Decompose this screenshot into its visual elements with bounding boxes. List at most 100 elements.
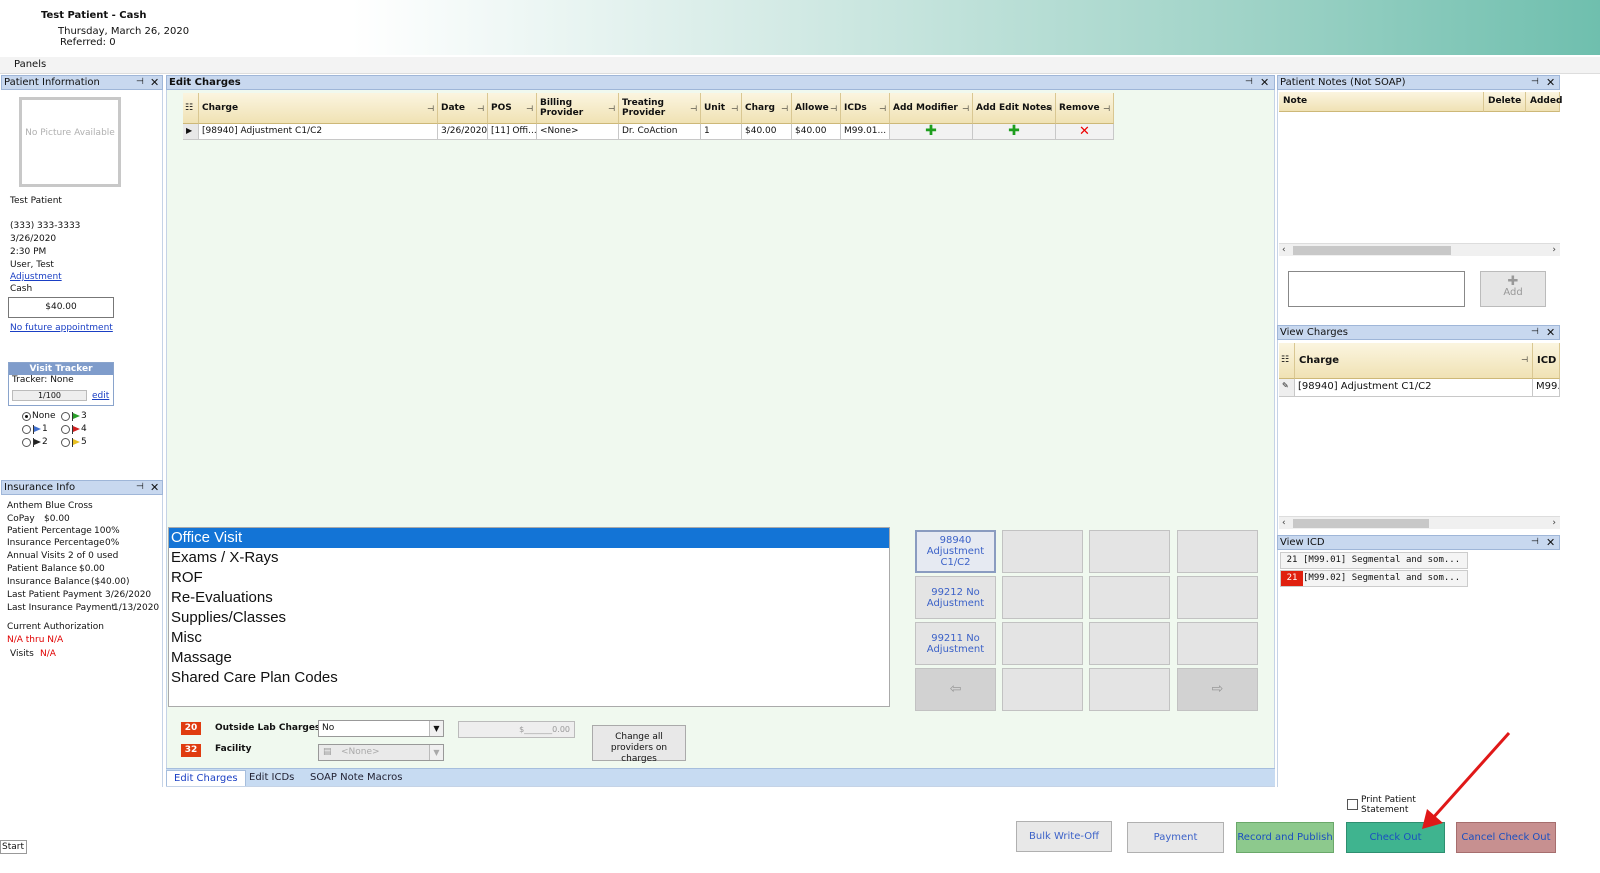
start-button[interactable]: Start — [0, 840, 27, 854]
code-button-99212[interactable]: 99212 No Adjustment — [915, 576, 996, 619]
category-item[interactable]: Office Visit — [169, 528, 889, 548]
pin-icon[interactable]: ⊣ — [1245, 76, 1253, 89]
close-icon[interactable]: ✕ — [1546, 536, 1555, 549]
col-remove[interactable]: Remove ⊣ — [1056, 93, 1114, 124]
col-billing-provider[interactable]: Billing Provider ⊣ — [537, 93, 619, 124]
code-button-99211[interactable]: 99211 No Adjustment — [915, 622, 996, 665]
code-button-empty[interactable] — [1002, 530, 1083, 573]
pin-icon[interactable]: ⊣ — [1531, 536, 1539, 549]
record-and-publish-button[interactable]: Record and Publish — [1236, 822, 1334, 853]
flag-radio-5[interactable]: 5 — [61, 437, 87, 447]
code-button-empty[interactable] — [1177, 576, 1258, 619]
add-note-button[interactable]: ✚ Add — [1480, 271, 1546, 307]
view-charges-col-charge[interactable]: Charge ⊣ — [1295, 343, 1533, 379]
close-icon[interactable]: ✕ — [150, 481, 159, 494]
flag-radio-none[interactable]: None — [22, 411, 55, 421]
tab-edit-charges[interactable]: Edit Charges — [166, 770, 246, 786]
code-button-empty[interactable] — [1089, 668, 1170, 711]
col-pos[interactable]: POS ⊣ — [488, 93, 537, 124]
col-icds[interactable]: ICDs ⊣ — [841, 93, 890, 124]
add-modifier-button[interactable]: ✚ — [890, 124, 973, 140]
notes-col-added[interactable]: Added — [1526, 92, 1562, 112]
panels-menu[interactable]: Panels — [14, 59, 46, 70]
cell-charge[interactable]: [98940] Adjustment C1/C2 — [199, 124, 438, 140]
pin-icon[interactable]: ⊣ — [1531, 76, 1539, 89]
print-statement-checkbox[interactable] — [1347, 799, 1358, 810]
code-button-empty[interactable] — [1089, 622, 1170, 665]
code-button-empty[interactable] — [1002, 668, 1083, 711]
close-icon[interactable]: ✕ — [150, 76, 159, 89]
code-button-empty[interactable] — [1002, 576, 1083, 619]
radio-button[interactable] — [61, 424, 70, 434]
icd-item[interactable]: 21 [M99.01] Segmental and som... — [1280, 552, 1468, 569]
next-page-button[interactable]: ⇨ — [1177, 668, 1258, 711]
radio-button[interactable] — [22, 437, 31, 447]
flag-radio-4[interactable]: 4 — [61, 424, 87, 434]
change-all-providers-button[interactable]: Change all providers on charges — [592, 725, 686, 764]
column-chooser-icon[interactable]: ☷ — [183, 93, 199, 124]
category-item[interactable]: Re-Evaluations — [169, 588, 889, 608]
cell-unit[interactable]: 1 — [701, 124, 742, 140]
col-allowed[interactable]: Allowe ⊣ — [792, 93, 841, 124]
col-add-edit-notes[interactable]: Add Edit Notes ⊣ — [973, 93, 1056, 124]
code-button-98940[interactable]: 98940 Adjustment C1/C2 — [915, 530, 996, 573]
view-charges-row-icd[interactable]: M99. — [1533, 379, 1560, 397]
radio-button[interactable] — [61, 411, 70, 421]
cell-treating-provider[interactable]: Dr. CoAction — [619, 124, 701, 140]
close-icon[interactable]: ✕ — [1546, 326, 1555, 339]
icd-item[interactable]: 21 [M99.02] Segmental and som... — [1280, 570, 1468, 587]
close-icon[interactable]: ✕ — [1546, 76, 1555, 89]
note-input[interactable] — [1288, 271, 1465, 307]
pin-icon[interactable]: ⊣ — [136, 76, 144, 89]
bulk-write-off-button[interactable]: Bulk Write-Off — [1016, 821, 1112, 852]
cell-pos[interactable]: [11] Offi... — [488, 124, 537, 140]
tracker-edit-link[interactable]: edit — [92, 391, 109, 401]
notes-col-note[interactable]: Note — [1279, 92, 1484, 112]
code-button-empty[interactable] — [1177, 622, 1258, 665]
cell-icds[interactable]: M99.01... — [841, 124, 890, 140]
scrollbar-thumb[interactable] — [1293, 519, 1429, 528]
code-button-empty[interactable] — [1089, 530, 1170, 573]
charges-horizontal-scrollbar[interactable]: ‹ › — [1279, 516, 1560, 529]
cell-billing-provider[interactable]: <None> — [537, 124, 619, 140]
outside-lab-select[interactable]: No ▼ — [318, 720, 444, 737]
scroll-right-icon[interactable]: › — [1552, 517, 1556, 530]
pin-icon[interactable]: ⊣ — [136, 481, 144, 494]
row-selector-icon[interactable]: ▶ — [183, 124, 199, 140]
notes-horizontal-scrollbar[interactable]: ‹ › — [1279, 243, 1560, 256]
future-appointment-link[interactable]: No future appointment — [10, 323, 113, 333]
category-item[interactable]: Exams / X-Rays — [169, 548, 889, 568]
flag-radio-3[interactable]: 3 — [61, 411, 87, 421]
category-item[interactable]: Supplies/Classes — [169, 608, 889, 628]
category-item[interactable]: Shared Care Plan Codes — [169, 668, 889, 688]
scroll-left-icon[interactable]: ‹ — [1282, 517, 1286, 530]
remove-charge-button[interactable]: ✕ — [1056, 124, 1114, 140]
radio-button[interactable] — [22, 424, 31, 434]
flag-radio-1[interactable]: 1 — [22, 424, 48, 434]
category-item[interactable]: ROF — [169, 568, 889, 588]
col-unit[interactable]: Unit ⊣ — [701, 93, 742, 124]
column-chooser-icon[interactable]: ☷ — [1279, 343, 1295, 379]
notes-col-delete[interactable]: Delete — [1484, 92, 1526, 112]
scroll-left-icon[interactable]: ‹ — [1282, 244, 1286, 257]
code-button-empty[interactable] — [1177, 530, 1258, 573]
col-treating-provider[interactable]: Treating Provider ⊣ — [619, 93, 701, 124]
tab-edit-icds[interactable]: Edit ICDs — [242, 770, 301, 786]
radio-button[interactable] — [61, 437, 70, 447]
visit-type-link[interactable]: Adjustment — [10, 272, 62, 282]
view-charges-col-icd[interactable]: ICD — [1533, 343, 1560, 379]
col-charge[interactable]: Charge ⊣ — [199, 93, 438, 124]
payment-button[interactable]: Payment — [1127, 822, 1224, 853]
scroll-right-icon[interactable]: › — [1552, 244, 1556, 257]
tab-soap-note-macros[interactable]: SOAP Note Macros — [303, 770, 409, 786]
cell-allowed[interactable]: $40.00 — [792, 124, 841, 140]
close-icon[interactable]: ✕ — [1260, 76, 1269, 89]
category-item[interactable]: Massage — [169, 648, 889, 668]
edit-row-icon[interactable]: ✎ — [1279, 379, 1295, 397]
code-button-empty[interactable] — [1089, 576, 1170, 619]
col-add-modifier[interactable]: Add Modifier ⊣ — [890, 93, 973, 124]
category-item[interactable]: Misc — [169, 628, 889, 648]
view-charges-row-charge[interactable]: [98940] Adjustment C1/C2 — [1295, 379, 1533, 397]
flag-radio-2[interactable]: 2 — [22, 437, 48, 447]
col-date[interactable]: Date ⊣ — [438, 93, 488, 124]
